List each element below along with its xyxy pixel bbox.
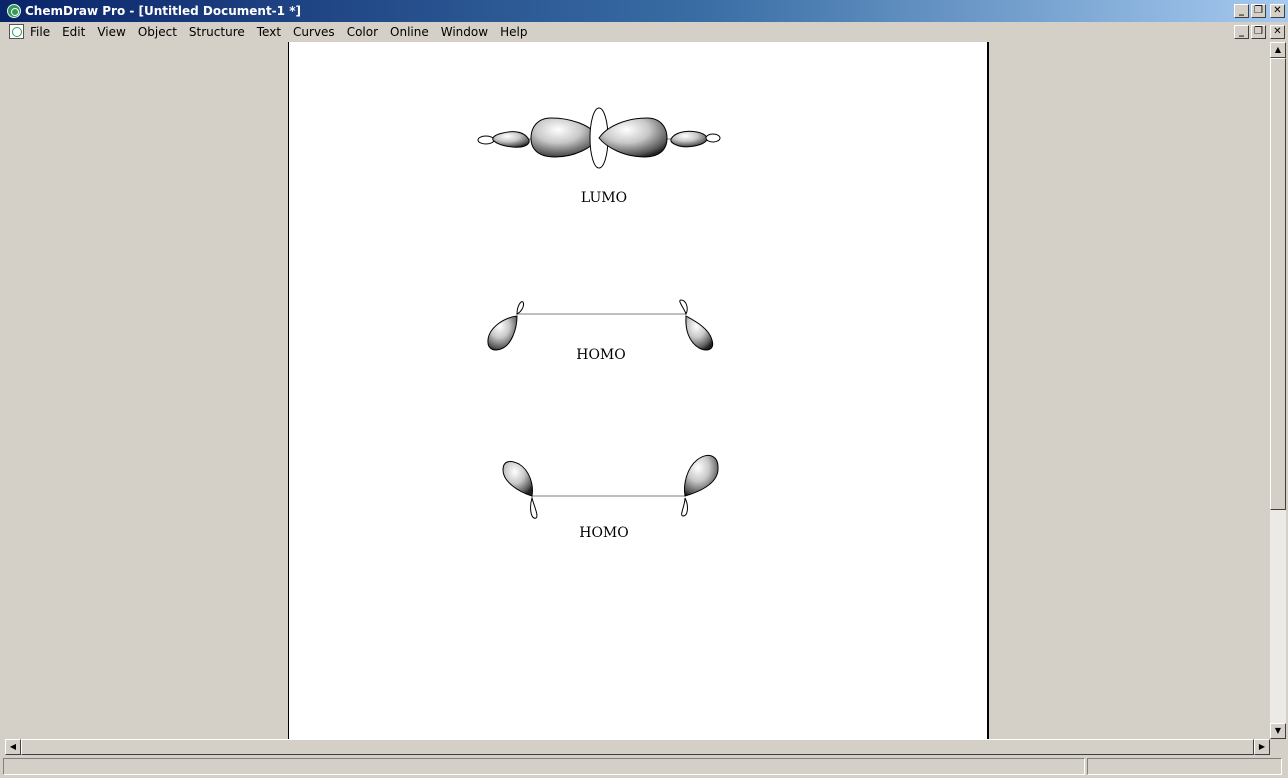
- menu-object[interactable]: Object: [138, 25, 183, 39]
- chemdraw-app-icon[interactable]: [7, 4, 21, 18]
- lumo-lobe-right-small: [670, 130, 708, 148]
- horizontal-scrollbar[interactable]: ◀ ▶: [5, 739, 1270, 755]
- menu-file[interactable]: File: [30, 25, 56, 39]
- menu-online[interactable]: Online: [390, 25, 435, 39]
- doc-close-button[interactable]: ✕: [1270, 25, 1285, 39]
- status-bar: [0, 755, 1288, 778]
- doc-minimize-button[interactable]: _: [1234, 25, 1249, 39]
- status-pane-main: [3, 758, 1085, 775]
- menu-items: File Edit View Object Structure Text Cur…: [30, 25, 539, 39]
- menu-bar: File Edit View Object Structure Text Cur…: [0, 22, 1288, 42]
- homo1-left-lobe-main: [487, 315, 518, 351]
- horizontal-scroll-thumb[interactable]: [21, 739, 1254, 755]
- lumo-lobe-right-large: [598, 117, 668, 158]
- doc-restore-button[interactable]: ❐: [1251, 25, 1266, 39]
- minimize-button[interactable]: _: [1234, 4, 1249, 18]
- drawing-canvas[interactable]: LUMO HOMO HOMO: [289, 42, 987, 739]
- homo1-left-lobe-small: [516, 301, 524, 315]
- homo2-right-lobe-small: [681, 497, 688, 517]
- menu-text[interactable]: Text: [257, 25, 287, 39]
- scroll-left-button[interactable]: ◀: [5, 739, 21, 755]
- lumo-small-lobe-right-outer: [705, 133, 721, 143]
- homo-orbital-1[interactable]: [487, 299, 714, 351]
- menu-view[interactable]: View: [97, 25, 131, 39]
- menu-color[interactable]: Color: [347, 25, 384, 39]
- restore-button[interactable]: ❐: [1251, 4, 1266, 18]
- window-controls: _ ❐ ✕: [1234, 4, 1285, 18]
- menu-structure[interactable]: Structure: [189, 25, 251, 39]
- homo2-left-lobe-main: [502, 461, 533, 497]
- lumo-lobe-left-large: [530, 117, 600, 158]
- scroll-up-button[interactable]: ▲: [1270, 42, 1286, 58]
- document-icon[interactable]: [9, 24, 24, 39]
- lumo-label: LUMO: [581, 190, 627, 206]
- scroll-right-button[interactable]: ▶: [1254, 739, 1270, 755]
- homo2-left-lobe-small: [530, 496, 538, 519]
- menu-help[interactable]: Help: [500, 25, 533, 39]
- homo-label-2: HOMO: [579, 525, 629, 541]
- vertical-scrollbar[interactable]: ▲ ▼: [1270, 42, 1286, 739]
- close-button[interactable]: ✕: [1270, 4, 1285, 18]
- window-title: ChemDraw Pro - [Untitled Document-1 *]: [25, 4, 301, 18]
- scroll-down-button[interactable]: ▼: [1270, 723, 1286, 739]
- document-workspace: LUMO HOMO HOMO: [5, 42, 1270, 739]
- document-window-controls: _ ❐ ✕: [1234, 25, 1285, 39]
- homo-label-1: HOMO: [576, 347, 626, 363]
- status-pane-secondary: [1087, 758, 1282, 775]
- homo2-right-lobe-main: [684, 454, 719, 497]
- drawing-page[interactable]: LUMO HOMO HOMO: [288, 42, 989, 739]
- lumo-small-lobe-left-outer: [477, 135, 495, 145]
- title-bar: ChemDraw Pro - [Untitled Document-1 *] _…: [0, 0, 1288, 22]
- homo-orbital-2[interactable]: [502, 454, 719, 519]
- homo1-right-lobe-small: [679, 299, 688, 316]
- lumo-orbital[interactable]: [477, 107, 721, 169]
- menu-window[interactable]: Window: [441, 25, 494, 39]
- lumo-lobe-left-small: [492, 131, 530, 148]
- homo1-right-lobe-main: [685, 315, 714, 351]
- menu-curves[interactable]: Curves: [293, 25, 341, 39]
- menu-edit[interactable]: Edit: [62, 25, 91, 39]
- vertical-scroll-thumb[interactable]: [1270, 58, 1286, 510]
